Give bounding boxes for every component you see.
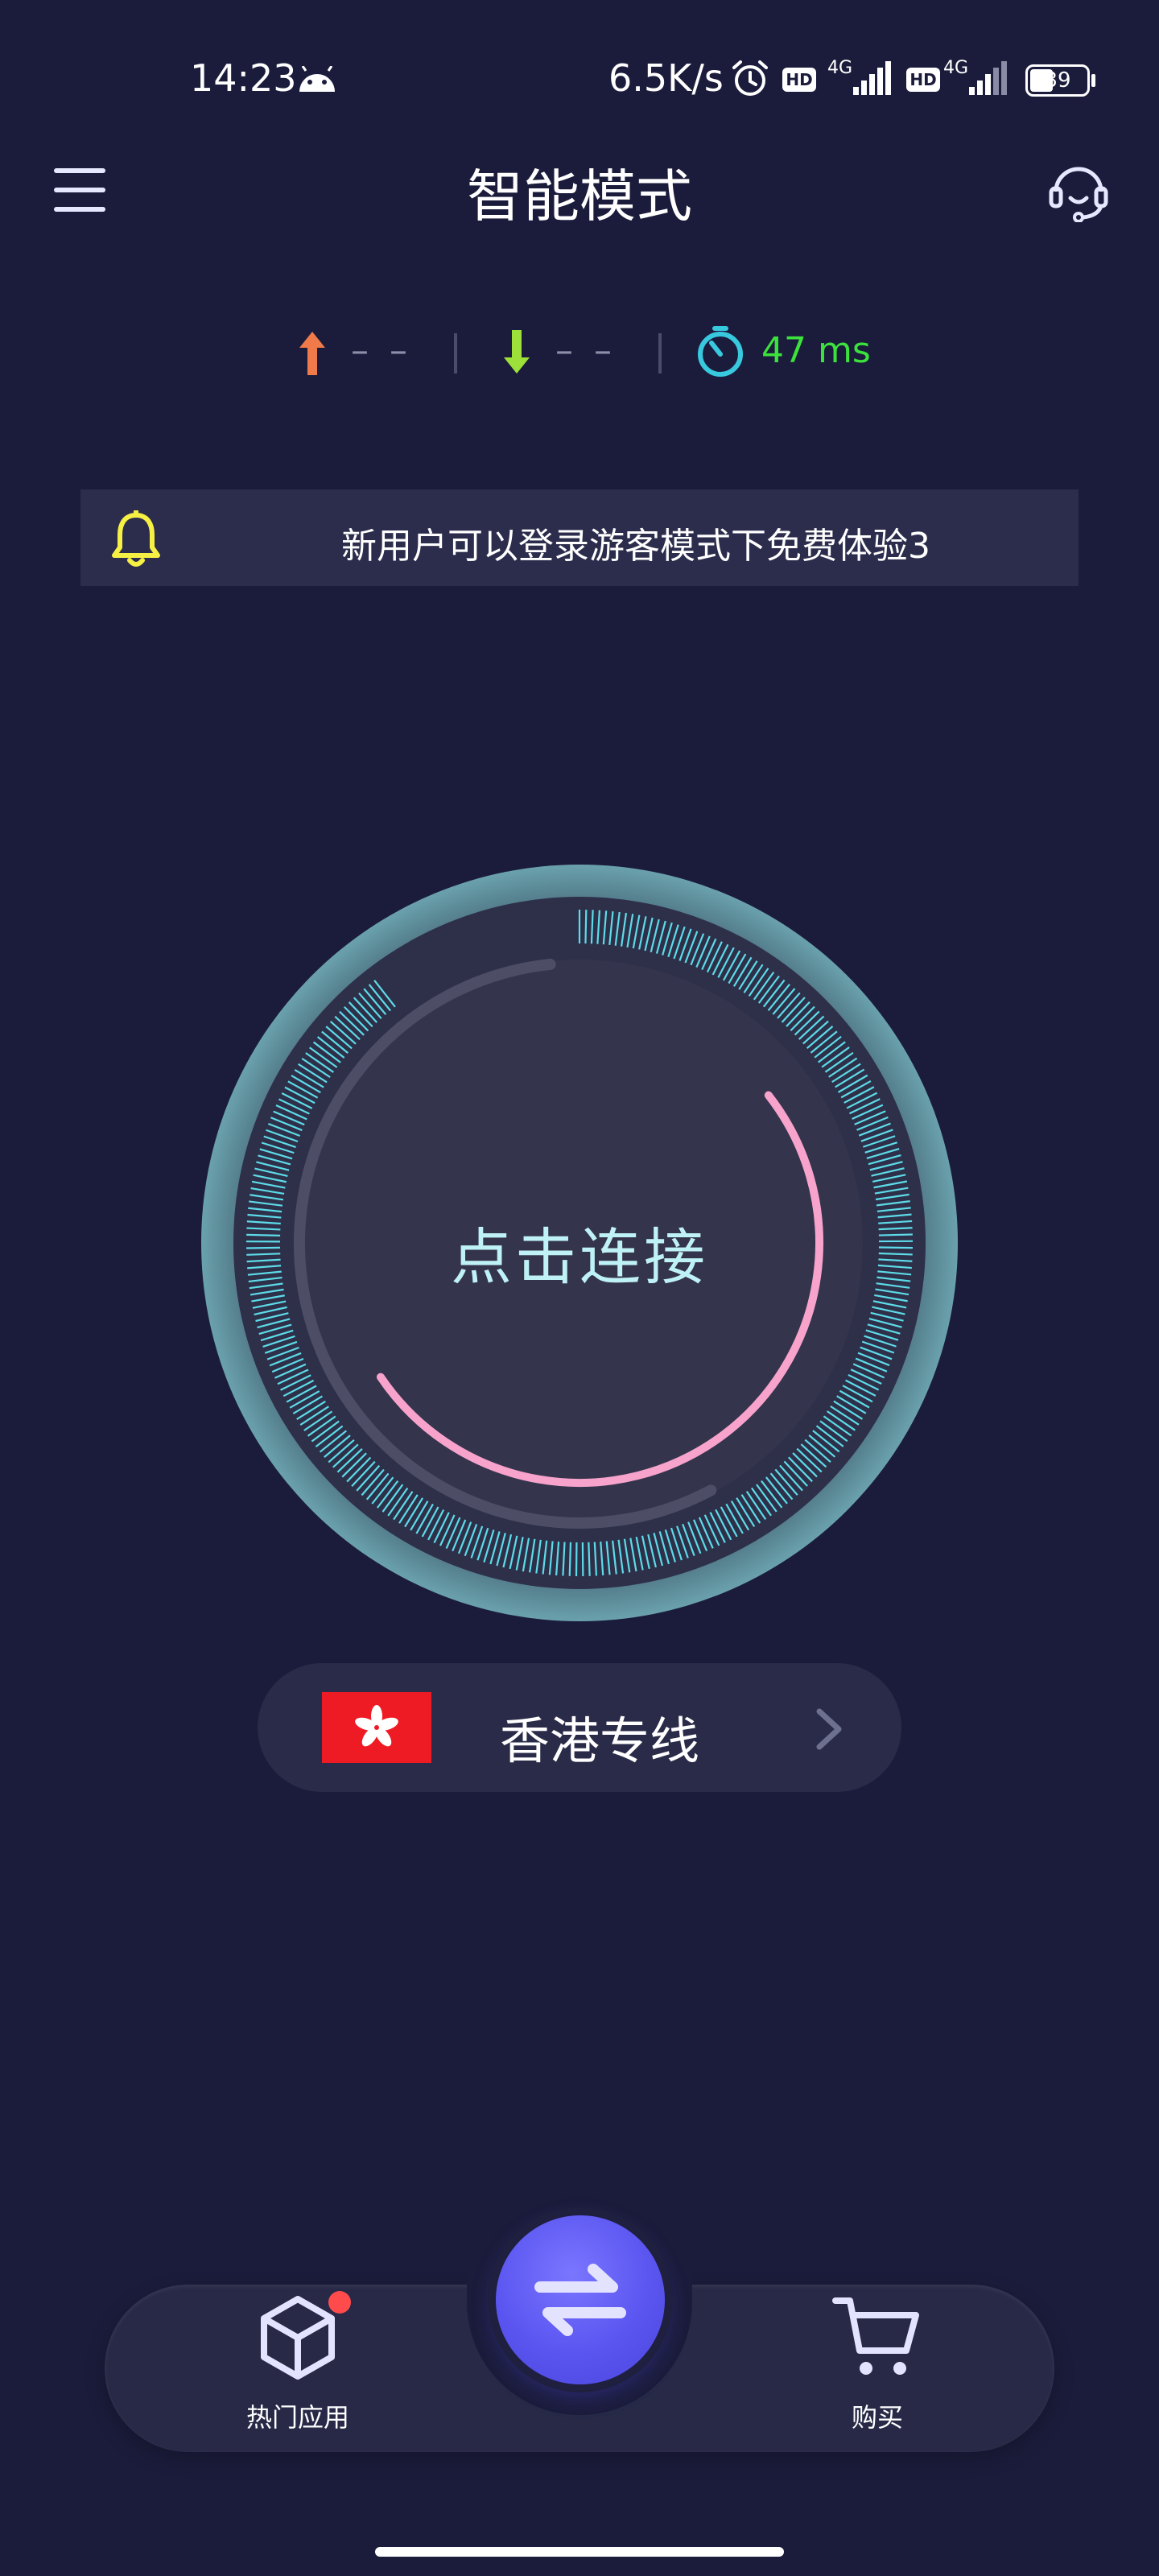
chevron-right-icon [816, 1708, 842, 1750]
timer-icon [698, 326, 743, 377]
speed-stats: – – – – [0, 322, 1159, 386]
battery-level: 39 [1044, 68, 1071, 93]
connect-label[interactable]: 点击连接 [0, 1208, 1159, 1296]
switch-mode-button[interactable] [496, 2215, 665, 2384]
hd-badge-2: HD [906, 68, 940, 92]
notice-text: 新用户可以登录游客模式下免费体验3 [341, 526, 930, 567]
nav-hot-apps-label: 热门应用 [245, 2402, 349, 2433]
upload-speed: – – [351, 330, 412, 371]
download-arrow-icon [504, 330, 530, 374]
line-name: 香港专线 [499, 1711, 699, 1770]
home-indicator[interactable] [375, 2547, 784, 2557]
dial-tick [584, 910, 588, 944]
status-bar: 14:23 6.5K/s HD 4G HD 4G 39 [0, 0, 1159, 161]
page-title: 智能模式 [467, 163, 692, 229]
stats-divider-2 [658, 333, 662, 374]
notification-dot [328, 2291, 351, 2314]
status-time: 14:23 [190, 56, 297, 100]
signal-icon-2 [969, 61, 1007, 95]
cart-icon [832, 2297, 919, 2375]
bell-icon [112, 510, 160, 567]
nav-buy[interactable]: 购买 [781, 2294, 974, 2439]
line-selector[interactable]: 香港专线 [258, 1663, 901, 1792]
download-speed: – – [555, 330, 617, 371]
android-icon [299, 66, 335, 92]
swap-arrows-icon [534, 2264, 626, 2336]
nav-hot-apps[interactable]: 热门应用 [201, 2294, 394, 2439]
headset-icon[interactable] [1048, 161, 1109, 222]
alarm-icon [732, 60, 768, 96]
signal-icon [853, 61, 891, 95]
upload-arrow-icon [299, 332, 325, 375]
nav-buy-label: 购买 [851, 2402, 903, 2433]
ping-value: 47 ms [761, 330, 871, 371]
cube-icon [261, 2296, 335, 2380]
net-speed: 6.5K/s [608, 56, 724, 100]
dial-tick [588, 1542, 591, 1576]
battery-icon: 39 [1025, 64, 1090, 97]
battery-tip [1091, 74, 1095, 87]
stats-divider [454, 333, 457, 374]
dial-tick [568, 1542, 572, 1576]
hd-badge: HD [782, 68, 816, 92]
notice-banner[interactable]: 新用户可以登录游客模式下免费体验3 [80, 489, 1079, 586]
